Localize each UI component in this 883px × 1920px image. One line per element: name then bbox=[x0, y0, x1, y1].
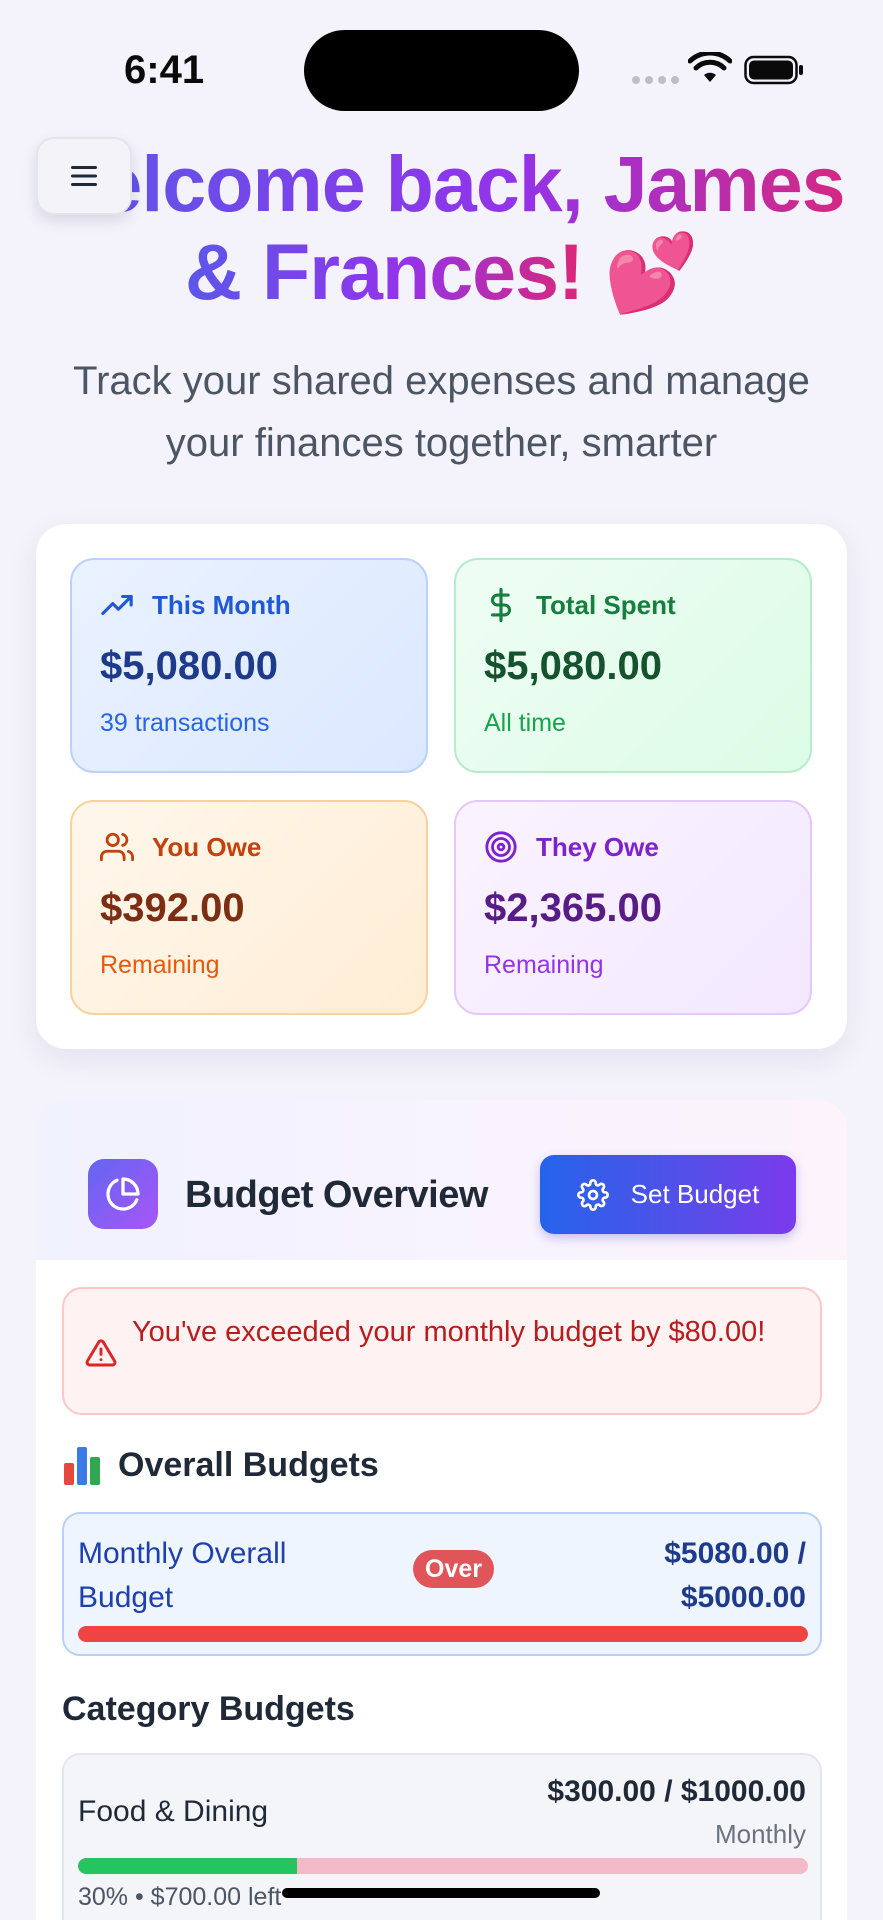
category-budgets-title: Category Budgets bbox=[62, 1690, 355, 1728]
hearts-emoji: 💕 bbox=[604, 231, 699, 316]
budget-header: Budget Overview Set Budget bbox=[36, 1100, 847, 1260]
stat-card-they-owe[interactable]: They Owe $2,365.00 Remaining bbox=[454, 800, 812, 1015]
stat-label: You Owe bbox=[152, 831, 262, 862]
dynamic-island bbox=[304, 30, 579, 111]
stat-note: Remaining bbox=[100, 951, 220, 979]
stat-value: $2,365.00 bbox=[484, 886, 662, 930]
status-badge: Over bbox=[413, 1550, 494, 1588]
category-name: Food & Dining bbox=[78, 1795, 269, 1828]
trending-up-icon bbox=[101, 594, 133, 616]
overall-budget-amount: $5080.00 / $5000.00 bbox=[664, 1537, 806, 1614]
set-budget-button[interactable]: Set Budget bbox=[540, 1155, 796, 1234]
stat-card-total-spent[interactable]: Total Spent $5,080.00 All time bbox=[454, 558, 812, 773]
welcome-subtitle: Track your shared expenses and manage yo… bbox=[73, 359, 810, 465]
stat-note: 39 transactions bbox=[100, 709, 270, 737]
stat-label: Total Spent bbox=[536, 589, 676, 620]
overall-budgets-title: Overall Budgets bbox=[118, 1445, 379, 1484]
bar-chart-icon bbox=[62, 1445, 102, 1485]
category-amount: $300.00 / $1000.00 bbox=[547, 1775, 806, 1808]
welcome-title-line1: elcome back, James bbox=[60, 140, 883, 228]
category-note: 30% • $700.00 left bbox=[78, 1883, 282, 1911]
stat-note: All time bbox=[484, 709, 566, 737]
budget-overview-title: Budget Overview bbox=[185, 1174, 488, 1216]
stat-card-you-owe[interactable]: You Owe $392.00 Remaining bbox=[70, 800, 428, 1015]
alert-message: You've exceeded your monthly budget by $… bbox=[132, 1316, 766, 1348]
status-time: 6:41 bbox=[124, 48, 205, 92]
welcome-title: elcome back, James & Frances! 💕 bbox=[0, 140, 883, 318]
category-period: Monthly bbox=[714, 1819, 806, 1849]
hamburger-icon bbox=[71, 166, 97, 186]
menu-button[interactable] bbox=[36, 137, 132, 215]
overall-budgets-heading: Overall Budgets bbox=[62, 1445, 379, 1485]
stats-panel: This Month $5,080.00 39 transactions Tot… bbox=[36, 524, 847, 1049]
welcome-title-line2: & Frances! bbox=[185, 227, 584, 316]
pie-chart-icon bbox=[88, 1159, 158, 1229]
overall-budget-name: Monthly Overall Budget bbox=[78, 1537, 287, 1614]
stat-card-this-month[interactable]: This Month $5,080.00 39 transactions bbox=[70, 558, 428, 773]
signal-icon bbox=[632, 76, 679, 84]
overall-budget-progress bbox=[78, 1626, 808, 1642]
set-budget-label: Set Budget bbox=[630, 1179, 760, 1209]
users-icon bbox=[100, 832, 134, 862]
budget-exceeded-alert: You've exceeded your monthly budget by $… bbox=[62, 1287, 822, 1415]
status-bar: 6:41 bbox=[0, 0, 883, 130]
home-indicator[interactable] bbox=[282, 1888, 600, 1898]
category-progress-fill bbox=[78, 1858, 297, 1874]
overall-budget-card[interactable]: Monthly Overall Budget Over $5080.00 / $… bbox=[62, 1512, 822, 1656]
stat-label: This Month bbox=[152, 589, 291, 620]
category-progress bbox=[78, 1858, 808, 1874]
dollar-icon bbox=[490, 588, 511, 622]
stat-value: $5,080.00 bbox=[484, 644, 662, 688]
stat-label: They Owe bbox=[536, 831, 659, 862]
overall-budget-progress-fill bbox=[78, 1626, 808, 1642]
budget-panel: Budget Overview Set Budget You've exceed… bbox=[36, 1100, 847, 1920]
wifi-icon bbox=[688, 52, 732, 82]
warning-icon bbox=[85, 1339, 117, 1367]
stat-value: $392.00 bbox=[100, 886, 245, 930]
stat-note: Remaining bbox=[484, 951, 604, 979]
target-icon bbox=[485, 831, 517, 863]
gear-icon bbox=[576, 1178, 609, 1211]
stat-value: $5,080.00 bbox=[100, 644, 278, 688]
battery-icon bbox=[744, 55, 803, 85]
